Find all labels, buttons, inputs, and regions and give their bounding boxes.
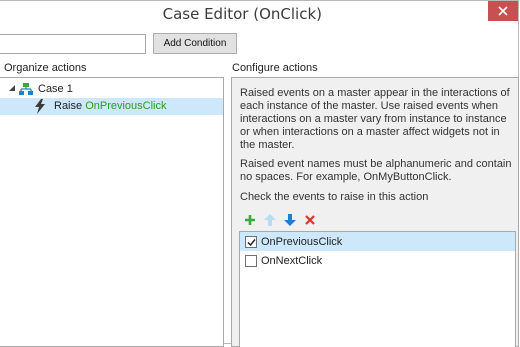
raise-action-label: Raise OnPreviousClick bbox=[54, 100, 167, 112]
move-down-icon[interactable] bbox=[284, 214, 296, 226]
raised-events-description: Raised events on a master appear in the … bbox=[240, 87, 510, 151]
events-toolbar bbox=[244, 213, 316, 227]
expand-collapse-icon[interactable] bbox=[9, 85, 15, 91]
add-condition-button[interactable]: Add Condition bbox=[153, 33, 237, 54]
event-label: OnNextClick bbox=[261, 255, 323, 267]
title-bar: Case Editor (OnClick) bbox=[0, 1, 518, 27]
raise-action-verb: Raise bbox=[54, 100, 83, 112]
configure-actions-panel: Raised events on a master appear in the … bbox=[231, 77, 519, 347]
event-row-onpreviousclick[interactable]: OnPreviousClick bbox=[240, 232, 515, 251]
add-icon[interactable] bbox=[244, 214, 256, 226]
configure-actions-label: Configure actions bbox=[232, 62, 318, 74]
move-up-icon[interactable] bbox=[264, 214, 276, 226]
lightning-bolt-icon bbox=[35, 99, 45, 114]
close-icon bbox=[498, 6, 508, 16]
case-label: Case 1 bbox=[38, 83, 73, 95]
event-checkbox-onpreviousclick[interactable] bbox=[245, 236, 257, 248]
case-icon bbox=[19, 83, 33, 95]
events-list: OnPreviousClick OnNextClick bbox=[239, 231, 516, 347]
raise-action-event: OnPreviousClick bbox=[85, 100, 167, 112]
delete-icon[interactable] bbox=[304, 214, 316, 226]
organize-actions-tree: Case 1 Raise OnPreviousClick bbox=[0, 77, 224, 347]
event-label: OnPreviousClick bbox=[261, 236, 343, 248]
tree-item-case-1[interactable]: Case 1 bbox=[0, 81, 223, 98]
case-editor-window: Case Editor (OnClick) Add Condition Orga… bbox=[0, 0, 519, 347]
event-name-rules-text: Raised event names must be alphanumeric … bbox=[240, 158, 512, 183]
condition-search-input[interactable] bbox=[0, 34, 146, 54]
window-title: Case Editor (OnClick) bbox=[162, 5, 322, 23]
checkmark-icon bbox=[246, 238, 256, 246]
check-events-prompt: Check the events to raise in this action bbox=[240, 191, 429, 203]
organize-actions-label: Organize actions bbox=[4, 62, 87, 74]
event-checkbox-onnextclick[interactable] bbox=[245, 255, 257, 267]
tree-item-raise-action[interactable]: Raise OnPreviousClick bbox=[0, 98, 223, 115]
event-row-onnextclick[interactable]: OnNextClick bbox=[240, 251, 515, 270]
close-button[interactable] bbox=[488, 1, 518, 21]
